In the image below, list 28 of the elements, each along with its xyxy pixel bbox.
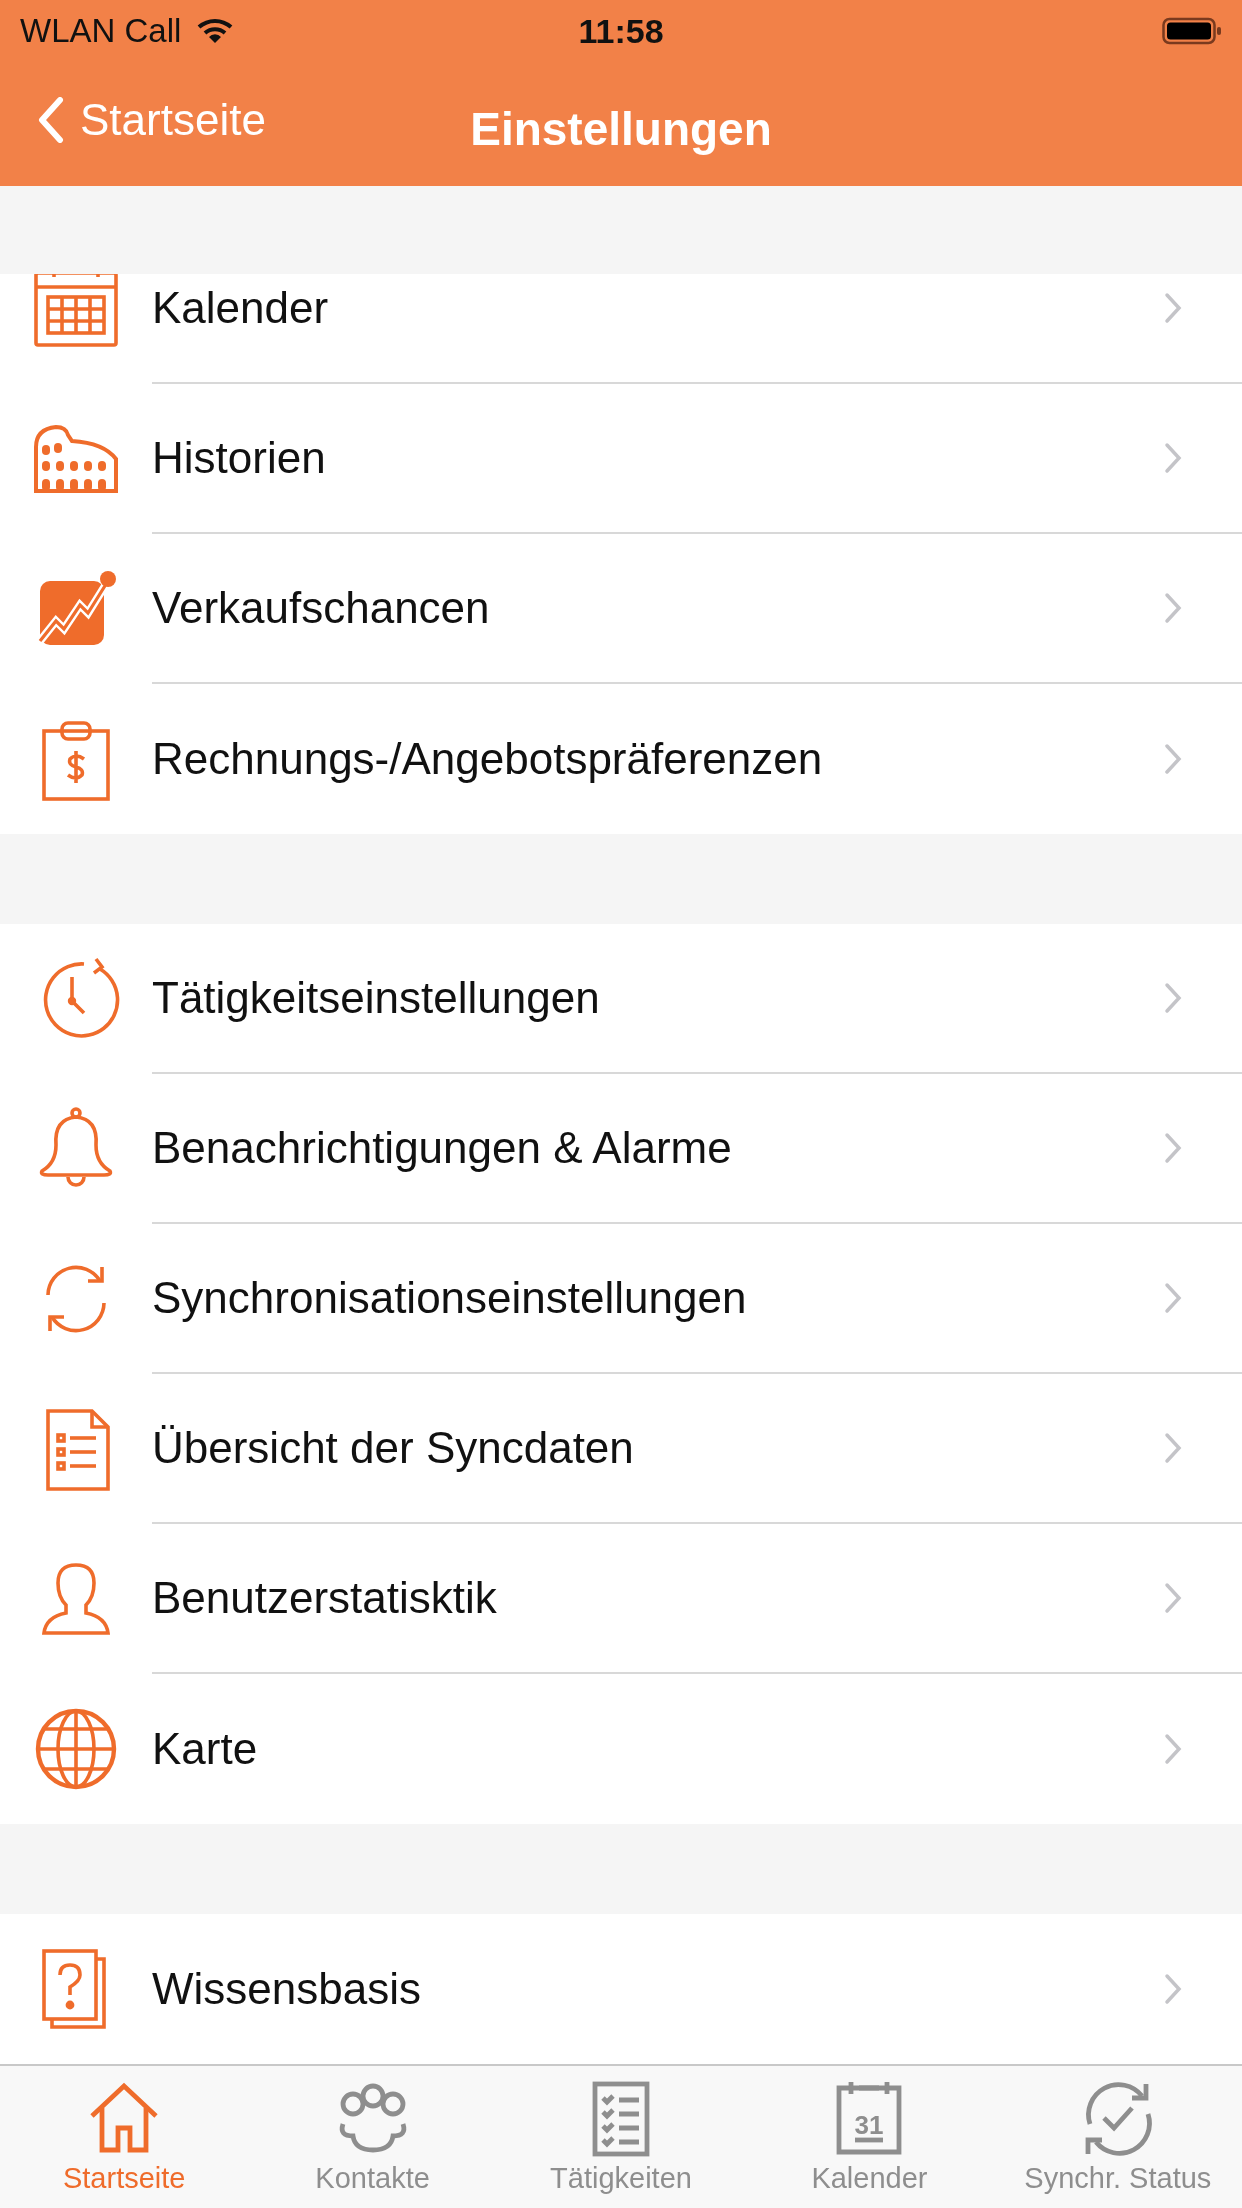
chevron-right-icon [1164, 442, 1182, 475]
chevron-right-icon [1164, 982, 1182, 1015]
row-label: Historien [152, 433, 326, 484]
chevron-left-icon [38, 97, 64, 144]
chevron-right-icon [1164, 292, 1182, 325]
carrier-name: WLAN Call [20, 12, 182, 50]
row-label: Rechnungs-/Angebotspräferenzen [152, 734, 823, 785]
row-label: Synchronisationseinstellungen [152, 1273, 747, 1324]
row-label: Karte [152, 1724, 258, 1775]
row-label: Kalender [152, 283, 329, 334]
chevron-right-icon [1164, 1432, 1182, 1465]
chevron-right-icon [1164, 1132, 1182, 1165]
row-label: Benutzerstatisktik [152, 1573, 497, 1624]
battery-icon [1162, 16, 1222, 46]
row-label: Benachrichtigungen & Alarme [152, 1123, 732, 1174]
wifi-icon [197, 18, 234, 44]
row-label: Wissensbasis [152, 1964, 421, 2015]
chevron-right-icon [1164, 592, 1182, 625]
row-label: Verkaufschancen [152, 583, 490, 634]
chevron-right-icon [1164, 1973, 1182, 2006]
chevron-right-icon [1164, 1733, 1182, 1766]
row-label: Tätigkeitseinstellungen [152, 973, 600, 1024]
chevron-right-icon [1164, 1582, 1182, 1615]
screen-title: Einstellungen [469, 102, 773, 156]
chevron-right-icon [1164, 1282, 1182, 1315]
row-label: Übersicht der Syncdaten [152, 1423, 634, 1474]
chevron-right-icon [1164, 743, 1182, 776]
status-time: 11:58 [577, 11, 665, 51]
